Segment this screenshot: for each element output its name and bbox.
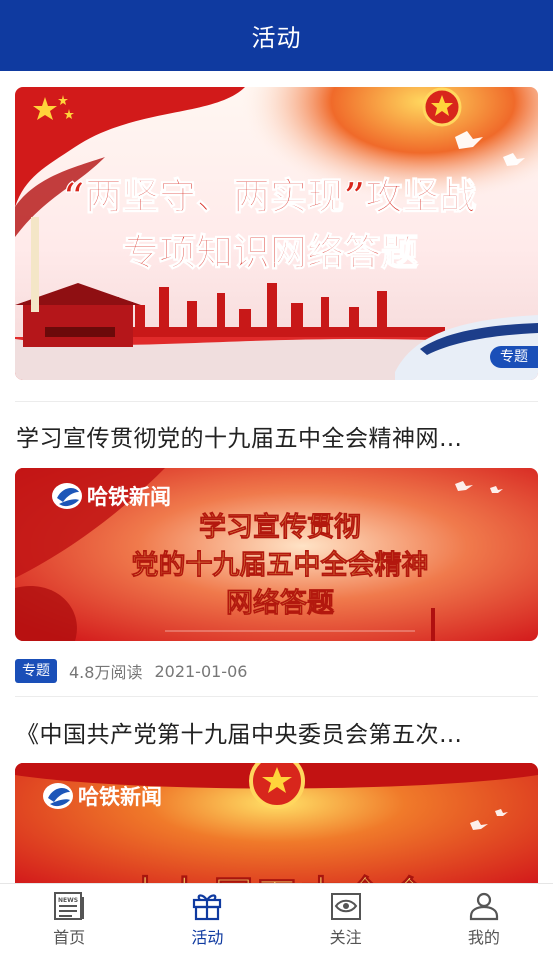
publish-date: 2021-01-06 xyxy=(154,661,248,681)
article-meta: 专题 4.8万阅读 2021-01-06 xyxy=(15,659,247,683)
header-bar: 活动 xyxy=(0,0,553,71)
brand-name: 哈铁新闻 xyxy=(87,485,171,509)
topic-tag: 专题 xyxy=(15,659,57,683)
person-icon xyxy=(469,892,498,921)
read-count: 4.8万阅读 xyxy=(69,663,143,682)
banner-campaign-image: “两坚守、两实现”攻坚战 专项知识网络答题 xyxy=(15,87,538,380)
brand-name: 哈铁新闻 xyxy=(78,785,162,809)
divider xyxy=(15,401,538,402)
banner-study-quiz[interactable]: 哈铁新闻 学习宣传贯彻 党的十九届五中全会精神 网络答题 xyxy=(15,468,538,641)
tab-home[interactable]: NEWS 首页 xyxy=(0,884,138,953)
tab-follow-label: 关注 xyxy=(329,928,362,947)
tab-follow[interactable]: 关注 xyxy=(277,884,415,953)
banner-campaign-quiz[interactable]: “两坚守、两实现”攻坚战 专项知识网络答题 专题 xyxy=(15,87,538,380)
banner-plenum-image: 哈铁新闻 十九届五中全会 xyxy=(15,763,538,883)
eye-icon xyxy=(330,893,361,920)
tab-activity-label: 活动 xyxy=(191,928,224,947)
bottom-tab-bar: NEWS 首页 活动 关注 我的 xyxy=(0,883,553,953)
article-title[interactable]: 学习宣传贯彻党的十九届五中全会精神网… xyxy=(16,419,539,453)
banner-headline-line3: 网络答题 xyxy=(226,587,334,619)
gift-icon xyxy=(193,894,222,921)
banner-headline-line1: 十九届五中全会 xyxy=(123,873,431,883)
article-title[interactable]: 《中国共产党第十九届中央委员会第五次… xyxy=(16,715,539,749)
brand-logo: 哈铁新闻 xyxy=(52,483,171,509)
activity-feed[interactable]: “两坚守、两实现”攻坚战 专项知识网络答题 专题 学习宣传贯彻党的十九届五中全会… xyxy=(0,71,553,883)
tab-mine-label: 我的 xyxy=(467,928,500,947)
brand-logo: 哈铁新闻 xyxy=(43,783,162,809)
banner-headline-line2: 专项知识网络答题 xyxy=(122,230,418,274)
tab-mine[interactable]: 我的 xyxy=(415,884,553,953)
tab-activity[interactable]: 活动 xyxy=(138,884,276,953)
topic-badge: 专题 xyxy=(490,346,538,368)
banner-headline-line2: 党的十九届五中全会精神 xyxy=(132,549,429,581)
divider xyxy=(15,696,538,697)
svg-text:NEWS: NEWS xyxy=(58,897,78,904)
banner-headline-line1: 学习宣传贯彻 xyxy=(199,511,361,543)
page-title: 活动 xyxy=(251,24,302,52)
news-icon: NEWS xyxy=(54,892,85,920)
tab-home-label: 首页 xyxy=(53,928,86,947)
banner-plenum[interactable]: 哈铁新闻 十九届五中全会 xyxy=(15,763,538,883)
banner-headline-line1: “两坚守、两实现”攻坚战 xyxy=(64,174,477,218)
banner-study-image: 哈铁新闻 学习宣传贯彻 党的十九届五中全会精神 网络答题 xyxy=(15,468,538,641)
